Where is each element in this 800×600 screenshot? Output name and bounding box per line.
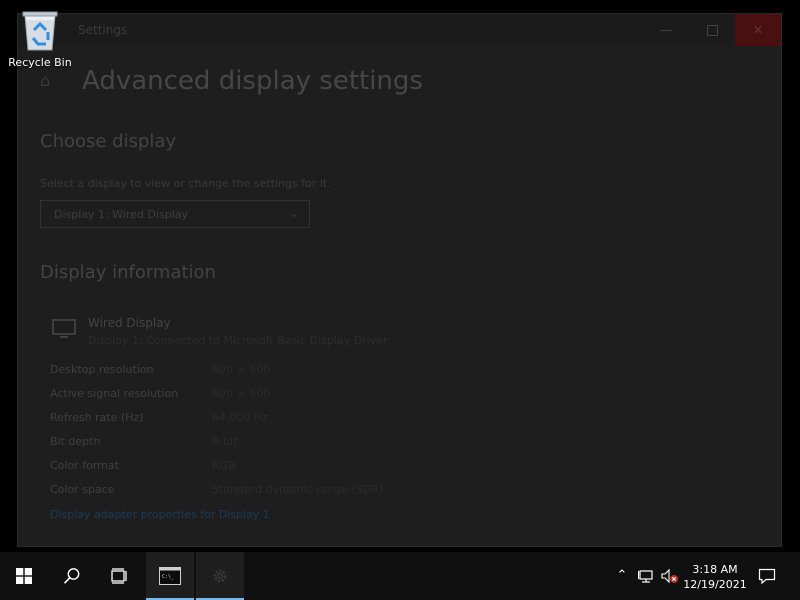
terminal-icon: C:\_ [159,567,181,585]
minimize-button[interactable]: — [643,14,689,46]
settings-window[interactable]: Settings — ✕ ⌂ Advanced display settings… [18,14,781,546]
taskbar: C:\_ ⌃ 3:18 AM 12/19/2021 [0,552,800,600]
info-row-bit-depth: Bit depth 8-bit [50,435,450,451]
home-icon[interactable]: ⌂ [40,73,54,89]
display-adapter-properties-link[interactable]: Display adapter properties for Display 1 [50,508,270,521]
info-value: RGB [212,459,236,472]
taskbar-settings-app[interactable] [196,552,244,600]
page-title: Advanced display settings [82,66,423,96]
recycle-bin-label: Recycle Bin [8,56,72,69]
window-title: Settings [78,23,128,37]
display-information-heading: Display information [40,262,216,283]
info-row-color-format: Color format RGB [50,459,450,475]
info-value: 64.000 Hz [212,411,269,424]
info-label: Color space [50,483,115,496]
search-icon [63,568,80,584]
recycle-bin[interactable]: Recycle Bin [6,6,74,69]
info-label: Bit depth [50,435,101,448]
choose-display-heading: Choose display [40,131,177,152]
task-view-icon [111,568,127,584]
info-value: Standard dynamic range (SDR) [212,483,384,496]
minimize-icon: — [660,23,672,37]
monitor-description: Display 1: Connected to Microsoft Basic … [88,334,388,347]
start-button[interactable] [0,552,48,600]
network-icon[interactable] [638,568,656,584]
display-select-dropdown[interactable]: Display 1: Wired Display ⌄ [40,200,310,228]
choose-display-subtitle: Select a display to view or change the s… [40,177,331,190]
monitor-name: Wired Display [88,316,171,330]
info-label: Color format [50,459,119,472]
volume-muted-icon[interactable] [661,568,679,584]
settings-gear-icon [213,569,227,583]
svg-text:C:\_: C:\_ [162,574,175,580]
info-label: Active signal resolution [50,387,179,400]
info-row-color-space: Color space Standard dynamic range (SDR) [50,483,450,499]
close-icon: ✕ [752,23,764,37]
info-label: Refresh rate (Hz) [50,411,144,424]
recycle-bin-icon [20,6,60,52]
clock-date: 12/19/2021 [683,578,747,591]
taskbar-clock[interactable]: 3:18 AM 12/19/2021 [680,562,750,592]
info-row-refresh-rate: Refresh rate (Hz) 64.000 Hz [50,411,450,427]
close-button[interactable]: ✕ [735,14,781,46]
maximize-button[interactable] [689,14,735,46]
chevron-up-icon[interactable]: ⌃ [613,568,631,584]
start-icon [16,568,32,584]
info-row-desktop-resolution: Desktop resolution 800 × 600 [50,363,450,379]
info-value: 8-bit [212,435,238,448]
display-select-value: Display 1: Wired Display [54,208,189,221]
taskbar-terminal-app[interactable]: C:\_ [146,552,194,600]
desktop: Recycle Bin Settings — ✕ ⌂ Advanced disp… [0,0,800,552]
maximize-icon [706,24,718,36]
chevron-down-icon: ⌄ [289,207,299,220]
info-value: 800 × 600 [212,363,271,376]
title-bar[interactable]: Settings — ✕ [18,14,781,46]
search-button[interactable] [48,552,96,600]
info-label: Desktop resolution [50,363,154,376]
notification-icon[interactable] [758,568,776,585]
info-value: 800 × 600 [212,387,271,400]
monitor-icon [52,319,76,339]
info-row-active-signal-resolution: Active signal resolution 800 × 600 [50,387,450,403]
task-view-button[interactable] [96,552,144,600]
clock-time: 3:18 AM [692,563,738,576]
